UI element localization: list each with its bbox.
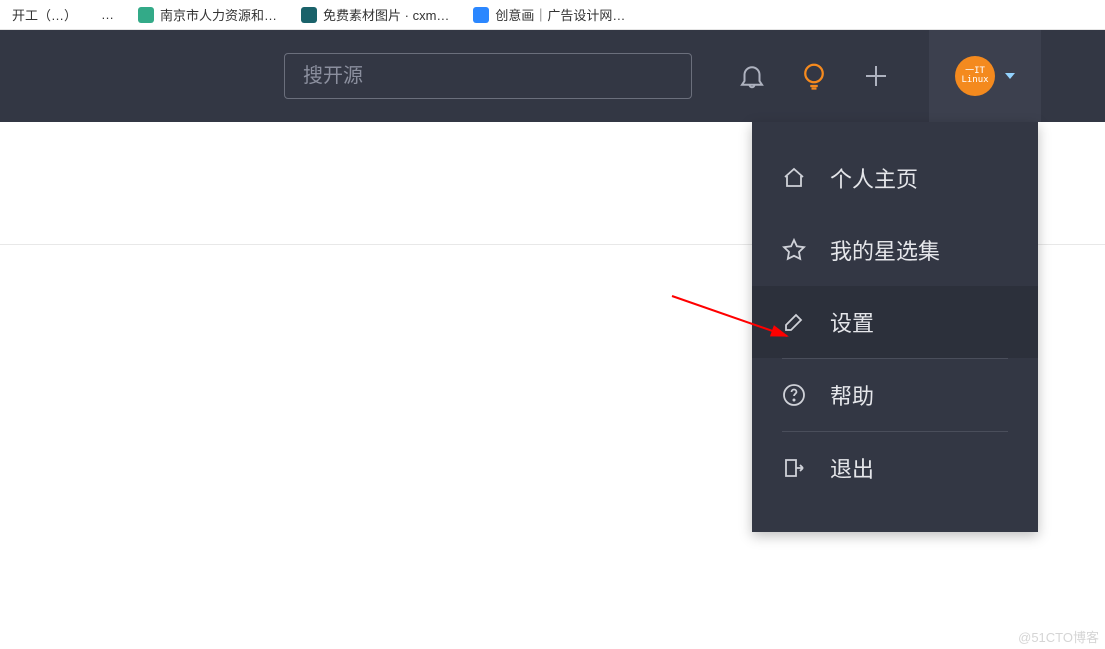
bookmark-item[interactable]: 免费素材图片 · cxm…: [301, 5, 449, 24]
user-dropdown-menu: 个人主页 我的星选集 设置 帮助: [752, 122, 1038, 532]
bookmark-item[interactable]: 南京市人力资源和…: [138, 5, 277, 24]
bookmark-label: …: [101, 7, 114, 22]
star-icon: [782, 238, 806, 262]
avatar-text: 一IT Linux: [955, 67, 995, 85]
bookmark-label: 开工（…）: [12, 5, 77, 24]
menu-item-label: 我的星选集: [830, 234, 940, 266]
create-new-button[interactable]: [850, 50, 902, 102]
menu-item-settings[interactable]: 设置: [752, 286, 1038, 358]
bookmark-label: 南京市人力资源和…: [160, 5, 277, 24]
bookmark-favicon: [138, 7, 154, 23]
menu-item-label: 设置: [830, 306, 874, 338]
search-input[interactable]: [284, 53, 692, 99]
menu-item-starred[interactable]: 我的星选集: [752, 214, 1038, 286]
menu-item-label: 帮助: [830, 379, 874, 411]
app-header: 一IT Linux: [0, 30, 1105, 122]
avatar: 一IT Linux: [955, 56, 995, 96]
bookmark-item[interactable]: …: [101, 7, 114, 22]
browser-bookmarks-bar: 开工（…） … 南京市人力资源和… 免费素材图片 · cxm… 创意画｜广告设计…: [0, 0, 1105, 30]
bell-icon: [737, 61, 767, 91]
notifications-button[interactable]: [726, 50, 778, 102]
edit-icon: [782, 310, 806, 334]
menu-item-profile[interactable]: 个人主页: [752, 142, 1038, 214]
lightbulb-icon: [799, 61, 829, 91]
help-icon: [782, 383, 806, 407]
plus-icon: [861, 61, 891, 91]
bookmark-label: 免费素材图片 · cxm…: [323, 5, 449, 24]
menu-item-label: 退出: [830, 452, 874, 484]
logout-icon: [782, 456, 806, 480]
chevron-down-icon: [1005, 73, 1015, 79]
bookmark-favicon: [473, 7, 489, 23]
menu-item-help[interactable]: 帮助: [752, 359, 1038, 431]
user-menu-trigger[interactable]: 一IT Linux: [929, 30, 1041, 122]
bookmark-item[interactable]: 开工（…）: [12, 5, 77, 24]
bookmark-label: 创意画｜广告设计网…: [495, 5, 625, 24]
bookmark-item[interactable]: 创意画｜广告设计网…: [473, 5, 625, 24]
home-icon: [782, 166, 806, 190]
menu-item-label: 个人主页: [830, 162, 918, 194]
bookmark-favicon: [301, 7, 317, 23]
menu-item-logout[interactable]: 退出: [752, 432, 1038, 504]
watermark: @51CTO博客: [1018, 627, 1099, 646]
hint-lightbulb-button[interactable]: [788, 50, 840, 102]
